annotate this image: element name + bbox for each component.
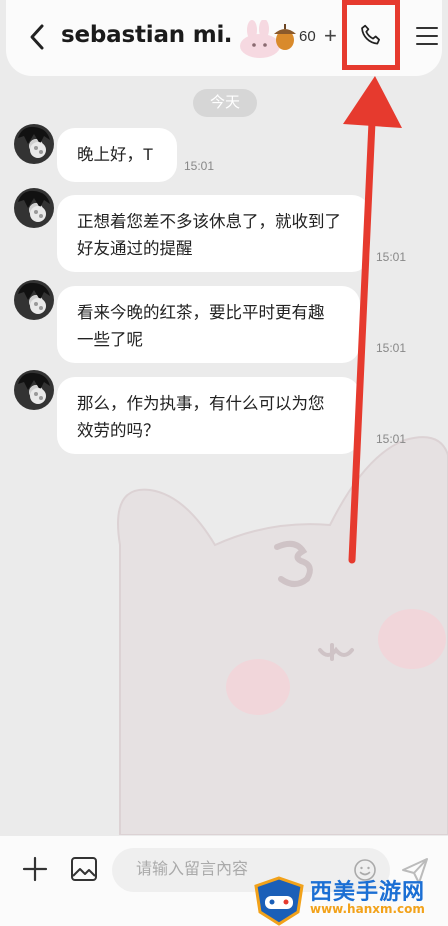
message-bubble[interactable]: 看来今晚的红茶，要比平时更有趣一些了呢 — [57, 286, 360, 363]
contact-name-title: sebastian mi… — [61, 22, 231, 48]
avatar-image — [18, 126, 50, 158]
date-separator: 今天 — [193, 89, 257, 117]
plus-icon — [22, 856, 48, 882]
watermark-site-url: www.hanxm.com — [310, 902, 425, 916]
hamburger-menu-icon — [416, 27, 438, 45]
avatar[interactable] — [14, 188, 54, 228]
message-text: 正想着您差不多该休息了，就收到了好友通过的提醒 — [77, 213, 341, 258]
message-text: 那么，作为执事，有什么可以为您效劳的吗？ — [77, 395, 325, 440]
message-text: 看来今晚的红茶，要比平时更有趣一些了呢 — [77, 304, 325, 349]
message-bubble[interactable]: 晚上好，T — [57, 128, 177, 182]
avatar-image — [18, 372, 50, 404]
avatar[interactable] — [14, 124, 54, 164]
avatar[interactable] — [14, 370, 54, 410]
message-text: 晚上好，T — [77, 146, 154, 164]
call-button[interactable] — [342, 0, 400, 70]
acorn-icon — [274, 24, 296, 50]
avatar-image — [18, 282, 50, 314]
message-time: 15:01 — [376, 341, 407, 355]
cat-background-illustration — [117, 436, 448, 835]
message-time: 15:01 — [184, 159, 215, 173]
menu-button[interactable] — [415, 24, 439, 48]
message-time: 15:01 — [376, 432, 407, 446]
gamepad-shield-logo — [254, 876, 304, 926]
points-count: 60 — [299, 28, 316, 45]
add-points-button[interactable]: + — [324, 23, 337, 49]
points-badge[interactable]: 60 + — [236, 14, 348, 60]
image-button[interactable] — [70, 856, 98, 887]
add-button[interactable] — [22, 856, 48, 887]
message-bubble[interactable]: 那么，作为执事，有什么可以为您效劳的吗？ — [57, 377, 360, 454]
phone-icon — [361, 24, 380, 45]
chevron-left-icon — [30, 24, 44, 50]
image-icon — [71, 857, 97, 881]
back-button[interactable] — [24, 22, 52, 52]
message-time: 15:01 — [376, 250, 407, 264]
avatar-image — [18, 190, 50, 222]
message-bubble[interactable]: 正想着您差不多该休息了，就收到了好友通过的提醒 — [57, 195, 370, 272]
site-watermark: 西美手游网 www.hanxm.com — [252, 876, 448, 926]
avatar[interactable] — [14, 280, 54, 320]
